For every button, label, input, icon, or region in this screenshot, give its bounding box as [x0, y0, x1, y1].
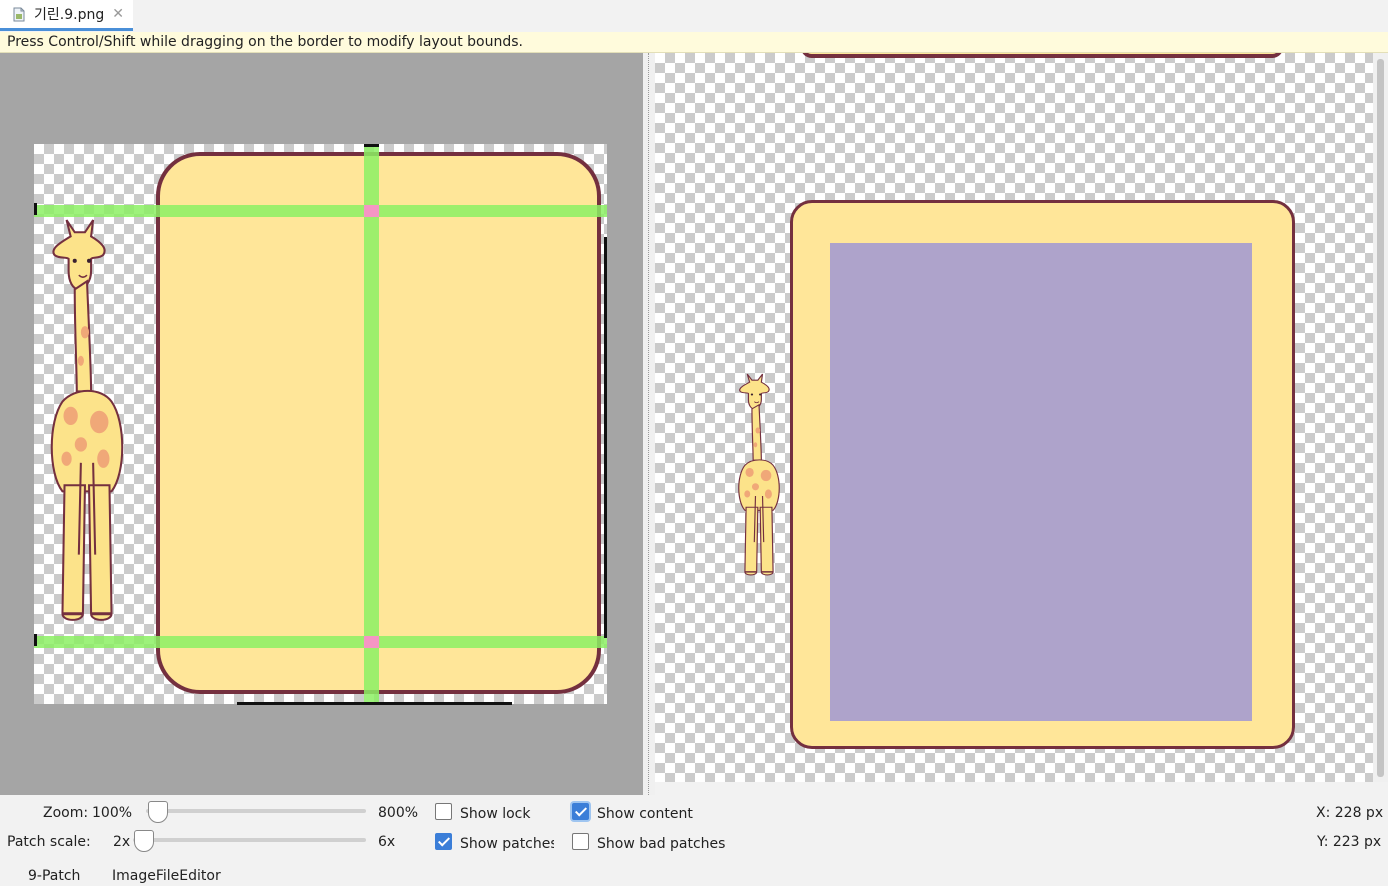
patch-scale-min-label: 2x — [113, 834, 131, 850]
zoom-slider[interactable] — [146, 801, 366, 823]
zoom-slider-thumb[interactable] — [148, 801, 168, 823]
zoom-max-label: 800% — [378, 805, 419, 821]
show-content-checkbox[interactable] — [572, 803, 589, 820]
tab-9-patch[interactable]: 9-Patch — [28, 867, 80, 885]
editor-tab-bar: 기린.9.png ✕ — [0, 0, 1388, 33]
preview-scrollbar[interactable] — [1373, 53, 1388, 782]
tab-image-file-editor[interactable]: ImageFileEditor — [112, 867, 221, 885]
preview-top-box — [801, 53, 1283, 58]
patch-intersection-bottom — [364, 636, 379, 648]
show-lock-checkbox[interactable] — [435, 803, 452, 820]
patch-scale-slider-track — [133, 838, 366, 842]
file-tab-label: 기린.9.png — [34, 7, 105, 23]
stretch-guide-vertical — [364, 144, 379, 704]
padding-marker-bottom[interactable] — [237, 702, 512, 705]
cursor-y-readout: Y: 223 px — [1317, 834, 1382, 850]
stretch-marker-top[interactable] — [364, 144, 379, 147]
file-icon — [13, 7, 25, 21]
show-bad-patches-checkbox[interactable] — [572, 833, 589, 850]
giraffe-image-preview — [737, 373, 781, 576]
controls-panel: Zoom: 100% 800% Patch scale: 2x 6x Show … — [0, 795, 1388, 886]
preview-scrollbar-thumb[interactable] — [1377, 59, 1384, 777]
cursor-x-readout: X: 228 px — [1316, 805, 1384, 821]
preview-content-area — [830, 243, 1252, 721]
zoom-label: Zoom: — [43, 805, 89, 821]
file-tab[interactable]: 기린.9.png ✕ — [0, 0, 133, 31]
show-lock-label[interactable]: Show lock — [460, 805, 531, 823]
source-image[interactable] — [34, 144, 607, 704]
show-patches-checkbox[interactable] — [435, 833, 452, 850]
preview-pane — [655, 53, 1373, 782]
zoom-slider-track — [146, 809, 366, 813]
show-bad-patches-label[interactable]: Show bad patches — [597, 835, 725, 853]
show-content-label[interactable]: Show content — [597, 805, 693, 823]
hint-banner: Press Control/Shift while dragging on th… — [0, 32, 1388, 53]
stretch-marker-left-top[interactable] — [34, 203, 37, 215]
patch-scale-slider-thumb[interactable] — [134, 830, 154, 852]
splitter-grip — [648, 53, 650, 795]
patch-scale-slider[interactable] — [133, 830, 366, 852]
nine-patch-edit-canvas[interactable] — [0, 53, 643, 795]
patch-intersection-top — [364, 205, 379, 217]
close-icon[interactable]: ✕ — [112, 6, 124, 22]
patch-scale-max-label: 6x — [378, 834, 396, 850]
stretch-marker-left-bottom[interactable] — [34, 634, 37, 646]
patch-scale-label: Patch scale: — [7, 834, 91, 850]
zoom-value: 100% — [92, 805, 133, 821]
pane-splitter[interactable] — [643, 53, 655, 795]
show-patches-label[interactable]: Show patches — [460, 835, 554, 853]
stretch-guide-horizontal-top — [34, 205, 607, 217]
stretch-guide-horizontal-bottom — [34, 636, 607, 648]
padding-marker-right[interactable] — [604, 237, 607, 638]
giraffe-image-source — [50, 218, 124, 622]
